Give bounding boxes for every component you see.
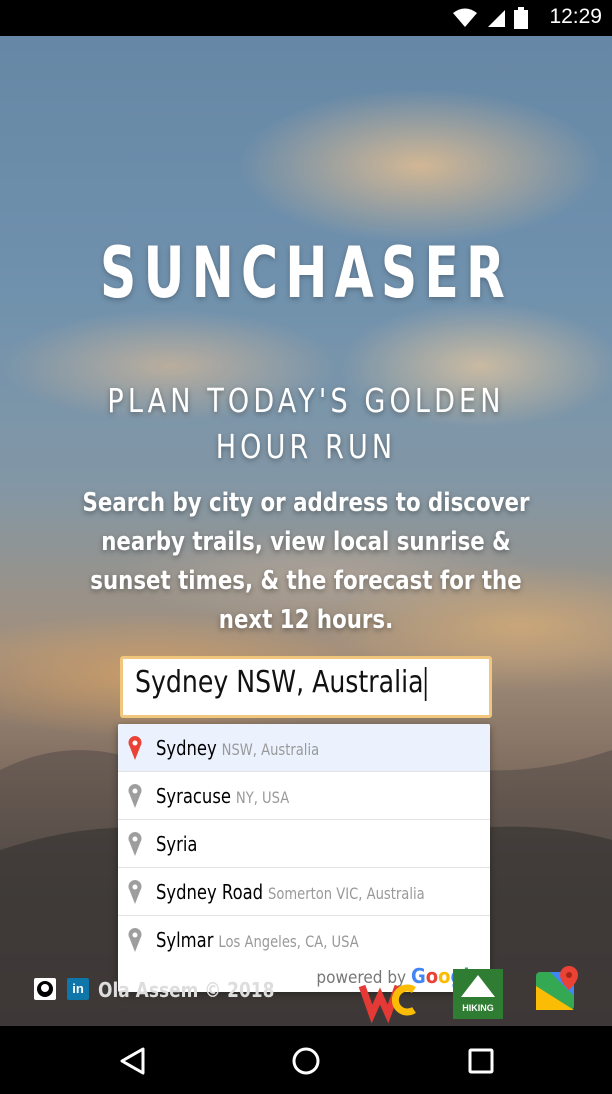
location-pin-icon bbox=[128, 928, 142, 952]
autocomplete-secondary: NY, USA bbox=[235, 787, 290, 807]
navigation-bar bbox=[0, 1026, 612, 1094]
wifi-icon bbox=[453, 8, 477, 27]
location-pin-icon bbox=[128, 879, 142, 904]
search-box[interactable]: Sydney NSW, Australia bbox=[120, 656, 492, 718]
clock: 12:29 bbox=[549, 5, 602, 28]
footer: in Ola Assem © 2018 HIKING bbox=[0, 964, 612, 1024]
recents-button-icon[interactable] bbox=[466, 1046, 496, 1076]
app-subtitle: PLAN TODAY'S GOLDEN HOUR RUN bbox=[107, 381, 505, 466]
autocomplete-item[interactable]: Syracuse NY, USA bbox=[118, 772, 490, 820]
text-caret bbox=[424, 666, 427, 701]
autocomplete-item[interactable]: Syria bbox=[118, 820, 490, 868]
autocomplete-main: Syria bbox=[156, 831, 198, 856]
status-icons bbox=[452, 6, 528, 30]
autocomplete-item[interactable]: Sylmar Los Angeles, CA, USA bbox=[118, 916, 490, 964]
github-icon[interactable] bbox=[34, 978, 56, 1000]
hiking-project-logo[interactable]: HIKING bbox=[453, 969, 503, 1019]
autocomplete-main: Sylmar bbox=[156, 928, 214, 952]
home-button-icon[interactable] bbox=[291, 1046, 321, 1076]
autocomplete-secondary: Somerton VIC, Australia bbox=[268, 883, 425, 903]
autocomplete-item[interactable]: Sydney Road Somerton VIC, Australia bbox=[118, 868, 490, 916]
autocomplete-main: Sydney bbox=[156, 735, 217, 760]
back-button-icon[interactable] bbox=[118, 1046, 148, 1076]
autocomplete-main: Syracuse bbox=[156, 783, 231, 808]
google-maps-icon[interactable] bbox=[536, 966, 580, 1010]
app-description: Search by city or address to discover ne… bbox=[82, 488, 530, 635]
autocomplete-secondary: Los Angeles, CA, USA bbox=[218, 932, 359, 951]
mountain-icon bbox=[461, 975, 495, 997]
cellular-signal-icon bbox=[488, 10, 505, 27]
location-pin-icon bbox=[128, 783, 142, 808]
status-bar: 12:29 bbox=[0, 0, 612, 36]
autocomplete-item[interactable]: Sydney NSW, Australia bbox=[118, 724, 490, 772]
location-pin-icon bbox=[128, 831, 142, 856]
autocomplete-main: Sydney Road bbox=[156, 879, 264, 904]
copyright-credit: Ola Assem © 2018 bbox=[98, 978, 275, 1002]
battery-icon bbox=[514, 7, 528, 29]
autocomplete-secondary: NSW, Australia bbox=[221, 739, 320, 759]
location-pin-icon bbox=[128, 735, 142, 760]
autocomplete-dropdown: Sydney NSW, Australia Syracuse NY, USA Syr… bbox=[118, 724, 490, 992]
weather-underground-logo[interactable] bbox=[358, 974, 418, 1024]
search-input-value: Sydney NSW, Australia bbox=[135, 665, 424, 700]
app-title: SUNCHASER bbox=[100, 232, 512, 314]
search-input[interactable]: Sydney NSW, Australia bbox=[135, 665, 427, 711]
linkedin-icon[interactable]: in bbox=[67, 978, 89, 1000]
